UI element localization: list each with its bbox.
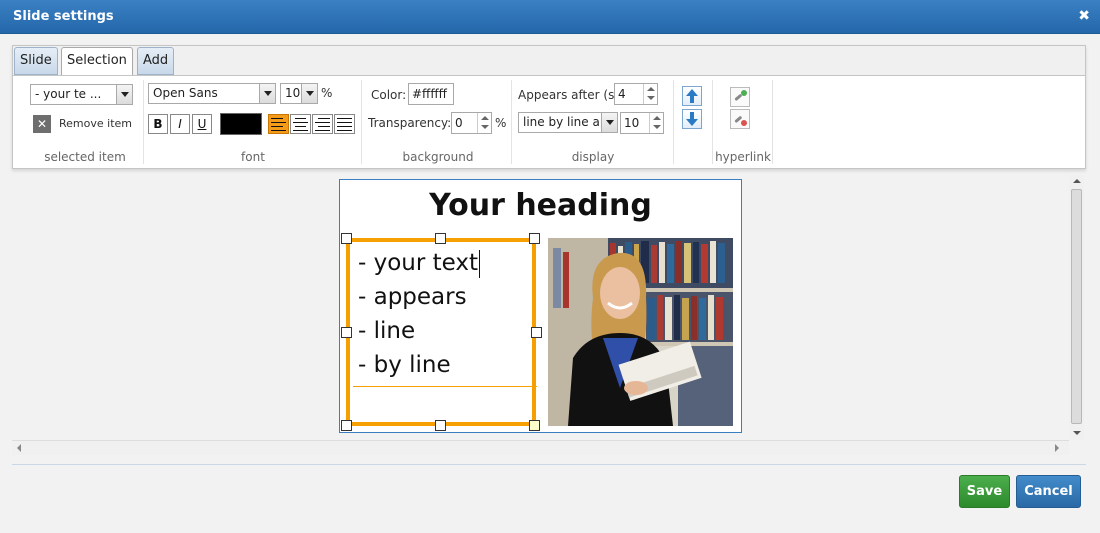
resize-handle[interactable] [529, 420, 540, 431]
group-label-hyperlink: hyperlink [715, 150, 771, 164]
move-down-icon[interactable] [682, 109, 702, 129]
spinner-arrows-icon[interactable] [477, 113, 491, 133]
move-up-icon[interactable] [682, 86, 702, 106]
transparency-label: Transparency: [368, 116, 452, 130]
slide-canvas-area: Your heading - your text - appears - lin… [12, 175, 1084, 455]
resize-handle[interactable] [529, 233, 540, 244]
align-justify-icon[interactable] [334, 114, 355, 134]
group-label-font: font [241, 150, 265, 164]
remove-icon[interactable]: ✕ [33, 115, 51, 133]
align-left-icon[interactable] [268, 114, 289, 134]
scroll-up-icon[interactable] [1073, 179, 1081, 183]
text-caret [479, 249, 481, 278]
footer-divider [12, 464, 1086, 465]
transparency-spinner[interactable]: 0 [451, 112, 492, 134]
chevron-down-icon[interactable] [601, 113, 617, 132]
group-label-display: display [571, 150, 615, 164]
vertical-scrollbar[interactable] [1069, 175, 1084, 440]
spinner-arrows-icon[interactable] [649, 113, 663, 133]
text-color-swatch[interactable] [220, 113, 262, 135]
slide-text-line: - appears [358, 284, 467, 310]
bg-color-input[interactable]: #ffffff [408, 83, 454, 105]
slide-preview[interactable]: Your heading - your text - appears - lin… [339, 179, 742, 433]
resize-handle[interactable] [341, 420, 352, 431]
scroll-down-icon[interactable] [1073, 431, 1081, 435]
scroll-left-icon[interactable] [17, 444, 21, 452]
scroll-right-icon[interactable] [1055, 444, 1059, 452]
slide-photo[interactable] [548, 238, 733, 426]
slide-text-line: - by line [358, 352, 451, 378]
group-divider [361, 80, 362, 164]
resize-handle[interactable] [435, 420, 446, 431]
display-mode-select[interactable]: line by line ap [518, 112, 618, 133]
scrollbar-thumb[interactable] [1071, 189, 1082, 424]
appears-after-label: Appears after (s): [518, 88, 624, 102]
appears-after-value: 4 [618, 87, 626, 101]
dialog-body: Slide Selection Add - your te ... ✕ Remo… [0, 34, 1100, 533]
group-divider [143, 80, 144, 164]
chevron-down-icon[interactable] [301, 84, 317, 103]
group-label-background: background [402, 150, 474, 164]
display-mode-spinner[interactable]: 10 [620, 112, 664, 134]
resize-handle[interactable] [531, 327, 542, 338]
tab-slide[interactable]: Slide [14, 47, 58, 75]
group-divider [772, 80, 773, 164]
underline-button[interactable]: U [192, 114, 212, 134]
save-button[interactable]: Save [959, 475, 1010, 508]
spinner-arrows-icon[interactable] [643, 84, 657, 104]
slide-heading[interactable]: Your heading [340, 188, 741, 223]
selected-item-value: - your te ... [35, 87, 102, 101]
font-size-select[interactable]: 10 [280, 83, 318, 104]
tab-selection[interactable]: Selection [61, 47, 133, 77]
resize-handle[interactable] [341, 233, 352, 244]
ribbon-toolbar: Slide Selection Add - your te ... ✕ Remo… [12, 45, 1086, 169]
group-divider [673, 80, 674, 164]
ribbon-content: - your te ... ✕ Remove item selected ite… [13, 75, 1085, 168]
group-divider [511, 80, 512, 164]
italic-button[interactable]: I [170, 114, 190, 134]
display-mode-number: 10 [624, 116, 640, 130]
display-mode-value: line by line ap [523, 115, 608, 129]
selected-item-select[interactable]: - your te ... [30, 84, 133, 105]
transparency-value: 0 [455, 116, 463, 130]
text-box-divider [353, 386, 537, 387]
transparency-unit: % [495, 116, 507, 130]
group-label-selected-item: selected item [44, 150, 126, 164]
slide-text-lines[interactable]: - your text - appears - line - by line [358, 246, 481, 382]
resize-handle[interactable] [435, 233, 446, 244]
slide-text-line: - line [358, 318, 416, 344]
font-size-unit: % [321, 86, 333, 100]
remove-link-icon[interactable] [730, 109, 750, 129]
cancel-button[interactable]: Cancel [1016, 475, 1081, 508]
slide-text-line: - your text [358, 250, 479, 276]
close-icon[interactable]: ✖ [1078, 8, 1090, 24]
bg-color-label: Color: [371, 88, 407, 102]
dialog-title: Slide settings [13, 9, 114, 24]
chevron-down-icon[interactable] [259, 84, 275, 103]
font-family-value: Open Sans [153, 86, 218, 100]
align-right-icon[interactable] [312, 114, 333, 134]
tab-add[interactable]: Add [137, 47, 175, 75]
bold-button[interactable]: B [148, 114, 168, 134]
dialog-titlebar: Slide settings ✖ [0, 0, 1100, 34]
appears-after-spinner[interactable]: 4 [614, 83, 658, 105]
align-center-icon[interactable] [290, 114, 311, 134]
chevron-down-icon[interactable] [116, 85, 132, 104]
resize-handle[interactable] [341, 327, 352, 338]
horizontal-scrollbar[interactable] [12, 440, 1069, 455]
font-size-value: 10 [285, 86, 301, 100]
add-link-icon[interactable] [730, 87, 750, 107]
remove-item-button[interactable]: Remove item [59, 117, 132, 130]
font-family-select[interactable]: Open Sans [148, 83, 276, 104]
